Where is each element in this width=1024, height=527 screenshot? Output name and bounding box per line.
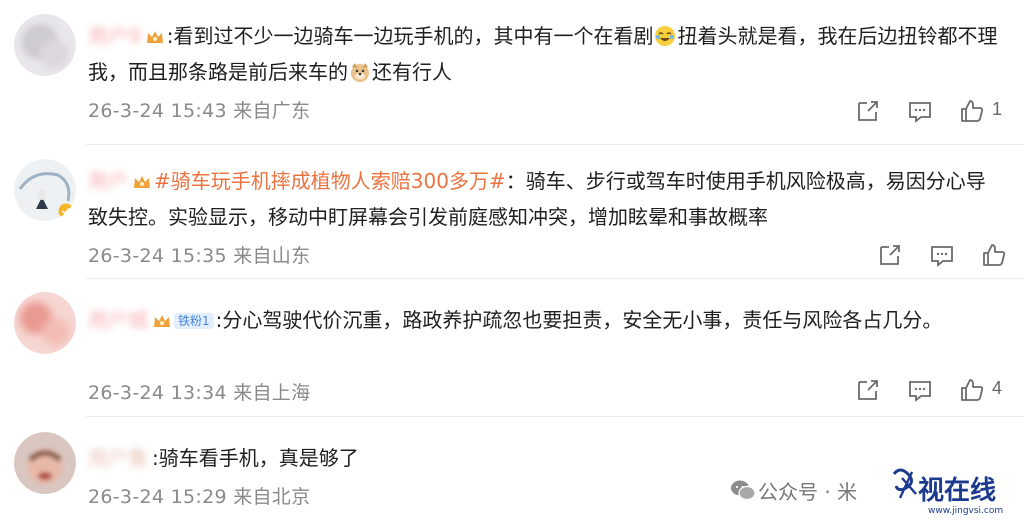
- comment-meta: 26-3-24 13:34 来自上海: [88, 382, 311, 404]
- like-count: 4: [992, 378, 1003, 398]
- comment-1: 用户9:看到过不少一边骑车一边玩手机的，其中有一个在看剧 扭着头就是看，我在后边扭…: [0, 0, 1024, 140]
- avatar[interactable]: [14, 159, 76, 221]
- comment-icon[interactable]: [928, 241, 956, 269]
- username[interactable]: 用户鲁: [88, 440, 148, 476]
- comment-actions: 4: [850, 376, 1020, 406]
- crown-icon: [145, 21, 165, 43]
- comment-icon[interactable]: [906, 97, 934, 125]
- comment-icon[interactable]: [906, 376, 934, 404]
- crown-icon: [132, 166, 152, 188]
- comment-meta: 26-3-24 15:43 来自广东: [88, 100, 311, 122]
- username[interactable]: 用户9: [88, 18, 141, 54]
- avatar[interactable]: [14, 292, 76, 354]
- wechat-icon: [730, 478, 756, 502]
- divider: [86, 416, 1024, 417]
- like-icon[interactable]: [980, 241, 1008, 269]
- share-icon[interactable]: [876, 241, 904, 269]
- wechat-label: 公众号 · 米: [758, 480, 858, 504]
- comment-actions: [872, 241, 1022, 271]
- brand-logo: 视在线 www.jingvsi.com: [890, 464, 1020, 522]
- username[interactable]: 用户城: [88, 302, 148, 338]
- avatar[interactable]: [14, 14, 76, 76]
- comment-text: :骑车看手机，真是够了: [152, 446, 359, 470]
- comment-3: 用户城 铁粉1:分心驾驶代价沉重，路政养护疏忽也要担责，安全无小事，责任与风险各占…: [0, 280, 1024, 410]
- comment-meta: 26-3-24 15:29 来自北京: [88, 486, 311, 508]
- like-icon[interactable]: [958, 376, 986, 404]
- comment-body: 用户城 铁粉1:分心驾驶代价沉重，路政养护疏忽也要担责，安全无小事，责任与风险各占…: [88, 302, 1000, 338]
- topic-link[interactable]: #骑车玩手机摔成植物人索赔300多万#: [154, 169, 506, 193]
- doge-emoji-icon: [349, 58, 371, 82]
- like-count: 1: [992, 99, 1003, 119]
- brand-name: 视在线: [918, 476, 997, 506]
- comment-body: 用户 #骑车玩手机摔成植物人索赔300多万#：骑车、步行或驾车时使用手机风险极高，…: [88, 163, 1000, 235]
- brand-url: www.jingvsi.com: [928, 506, 1004, 516]
- divider: [86, 278, 1024, 279]
- comment-2: 用户 #骑车玩手机摔成植物人索赔300多万#：骑车、步行或驾车时使用手机风险极高，…: [0, 145, 1024, 275]
- share-icon[interactable]: [854, 376, 882, 404]
- share-icon[interactable]: [854, 97, 882, 125]
- crown-icon: [152, 305, 172, 327]
- comment-body: 用户9:看到过不少一边骑车一边玩手机的，其中有一个在看剧 扭着头就是看，我在后边扭…: [88, 18, 1000, 90]
- laugh-cry-emoji-icon: [654, 22, 676, 46]
- like-icon[interactable]: [958, 97, 986, 125]
- fan-badge[interactable]: 铁粉1: [174, 313, 214, 329]
- comment-meta: 26-3-24 15:35 来自山东: [88, 245, 311, 267]
- verified-badge-icon: [58, 203, 74, 219]
- avatar[interactable]: [14, 432, 76, 494]
- comment-text: 还有行人: [372, 60, 452, 84]
- username[interactable]: 用户: [88, 163, 128, 199]
- comment-text: :分心驾驶代价沉重，路政养护疏忽也要担责，安全无小事，责任与风险各占几分。: [215, 308, 943, 332]
- comment-text: :看到过不少一边骑车一边玩手机的，其中有一个在看剧: [166, 24, 654, 48]
- comment-actions: 1: [850, 97, 1020, 127]
